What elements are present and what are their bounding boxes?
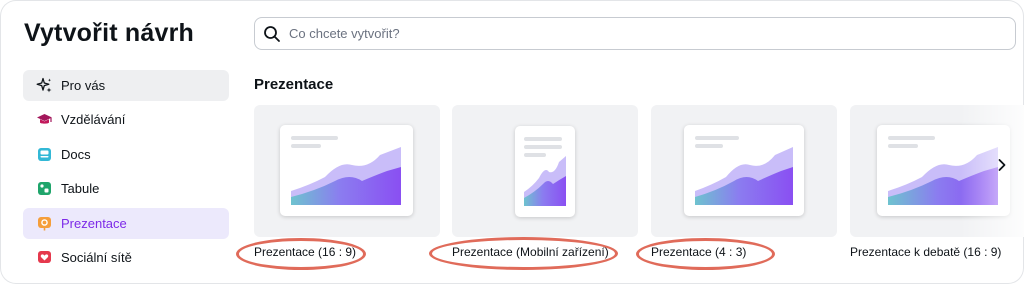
chevron-right-icon [997, 158, 1007, 177]
template-carousel: Prezentace (16 : 9) Prezentace (Mobilní … [254, 105, 1024, 275]
sidebar-item-vzdelavani[interactable]: Vzdělávání [23, 104, 229, 135]
sidebar-item-prezentace[interactable]: Prezentace [23, 207, 229, 239]
template-card[interactable]: Prezentace (4 : 3) [651, 105, 837, 259]
slide-preview [684, 125, 804, 216]
sidebar-item-label: Prezentace [61, 215, 127, 231]
sidebar-item-pro-vas[interactable]: Pro vás [23, 70, 229, 101]
template-label: Prezentace (16 : 9) [254, 245, 357, 259]
search-icon [263, 25, 281, 43]
sidebar-item-label: Tabule [61, 181, 100, 197]
slide-preview [515, 126, 575, 217]
heart-icon [36, 249, 53, 266]
presentation-icon [36, 215, 53, 232]
sidebar-item-label: Sociální sítě [61, 249, 132, 265]
sidebar-item-label: Vzdělávání [61, 112, 126, 128]
template-thumbnail [452, 105, 638, 237]
graduation-cap-icon [36, 111, 53, 128]
category-sidebar: Pro vás Vzdělávání Docs Tabule Prezentac… [23, 70, 229, 276]
whiteboard-icon [36, 180, 53, 197]
sidebar-item-label: Docs [61, 146, 91, 162]
template-thumbnail [651, 105, 837, 237]
template-label: Prezentace (4 : 3) [651, 245, 747, 259]
sidebar-item-label: Pro vás [61, 78, 106, 93]
carousel-next-button[interactable] [988, 150, 1016, 184]
dialog-title: Vytvořit návrh [24, 19, 194, 47]
slide-preview [280, 125, 413, 216]
sidebar-item-docs[interactable]: Docs [23, 139, 229, 170]
docs-icon [36, 146, 53, 163]
template-label: Prezentace k debatě (16 : 9) [850, 245, 1002, 259]
template-card[interactable]: Prezentace (Mobilní zařízení) [452, 105, 638, 259]
search-box[interactable] [254, 17, 1016, 50]
sidebar-item-socialni-site[interactable]: Sociální sítě [23, 242, 229, 273]
template-thumbnail [254, 105, 440, 237]
sparkle-icon [36, 77, 53, 94]
template-card[interactable]: Prezentace (16 : 9) [254, 105, 440, 259]
template-label: Prezentace (Mobilní zařízení) [452, 245, 609, 259]
section-title: Prezentace [254, 76, 334, 93]
search-input[interactable] [287, 25, 1015, 42]
sidebar-item-tabule[interactable]: Tabule [23, 173, 229, 204]
